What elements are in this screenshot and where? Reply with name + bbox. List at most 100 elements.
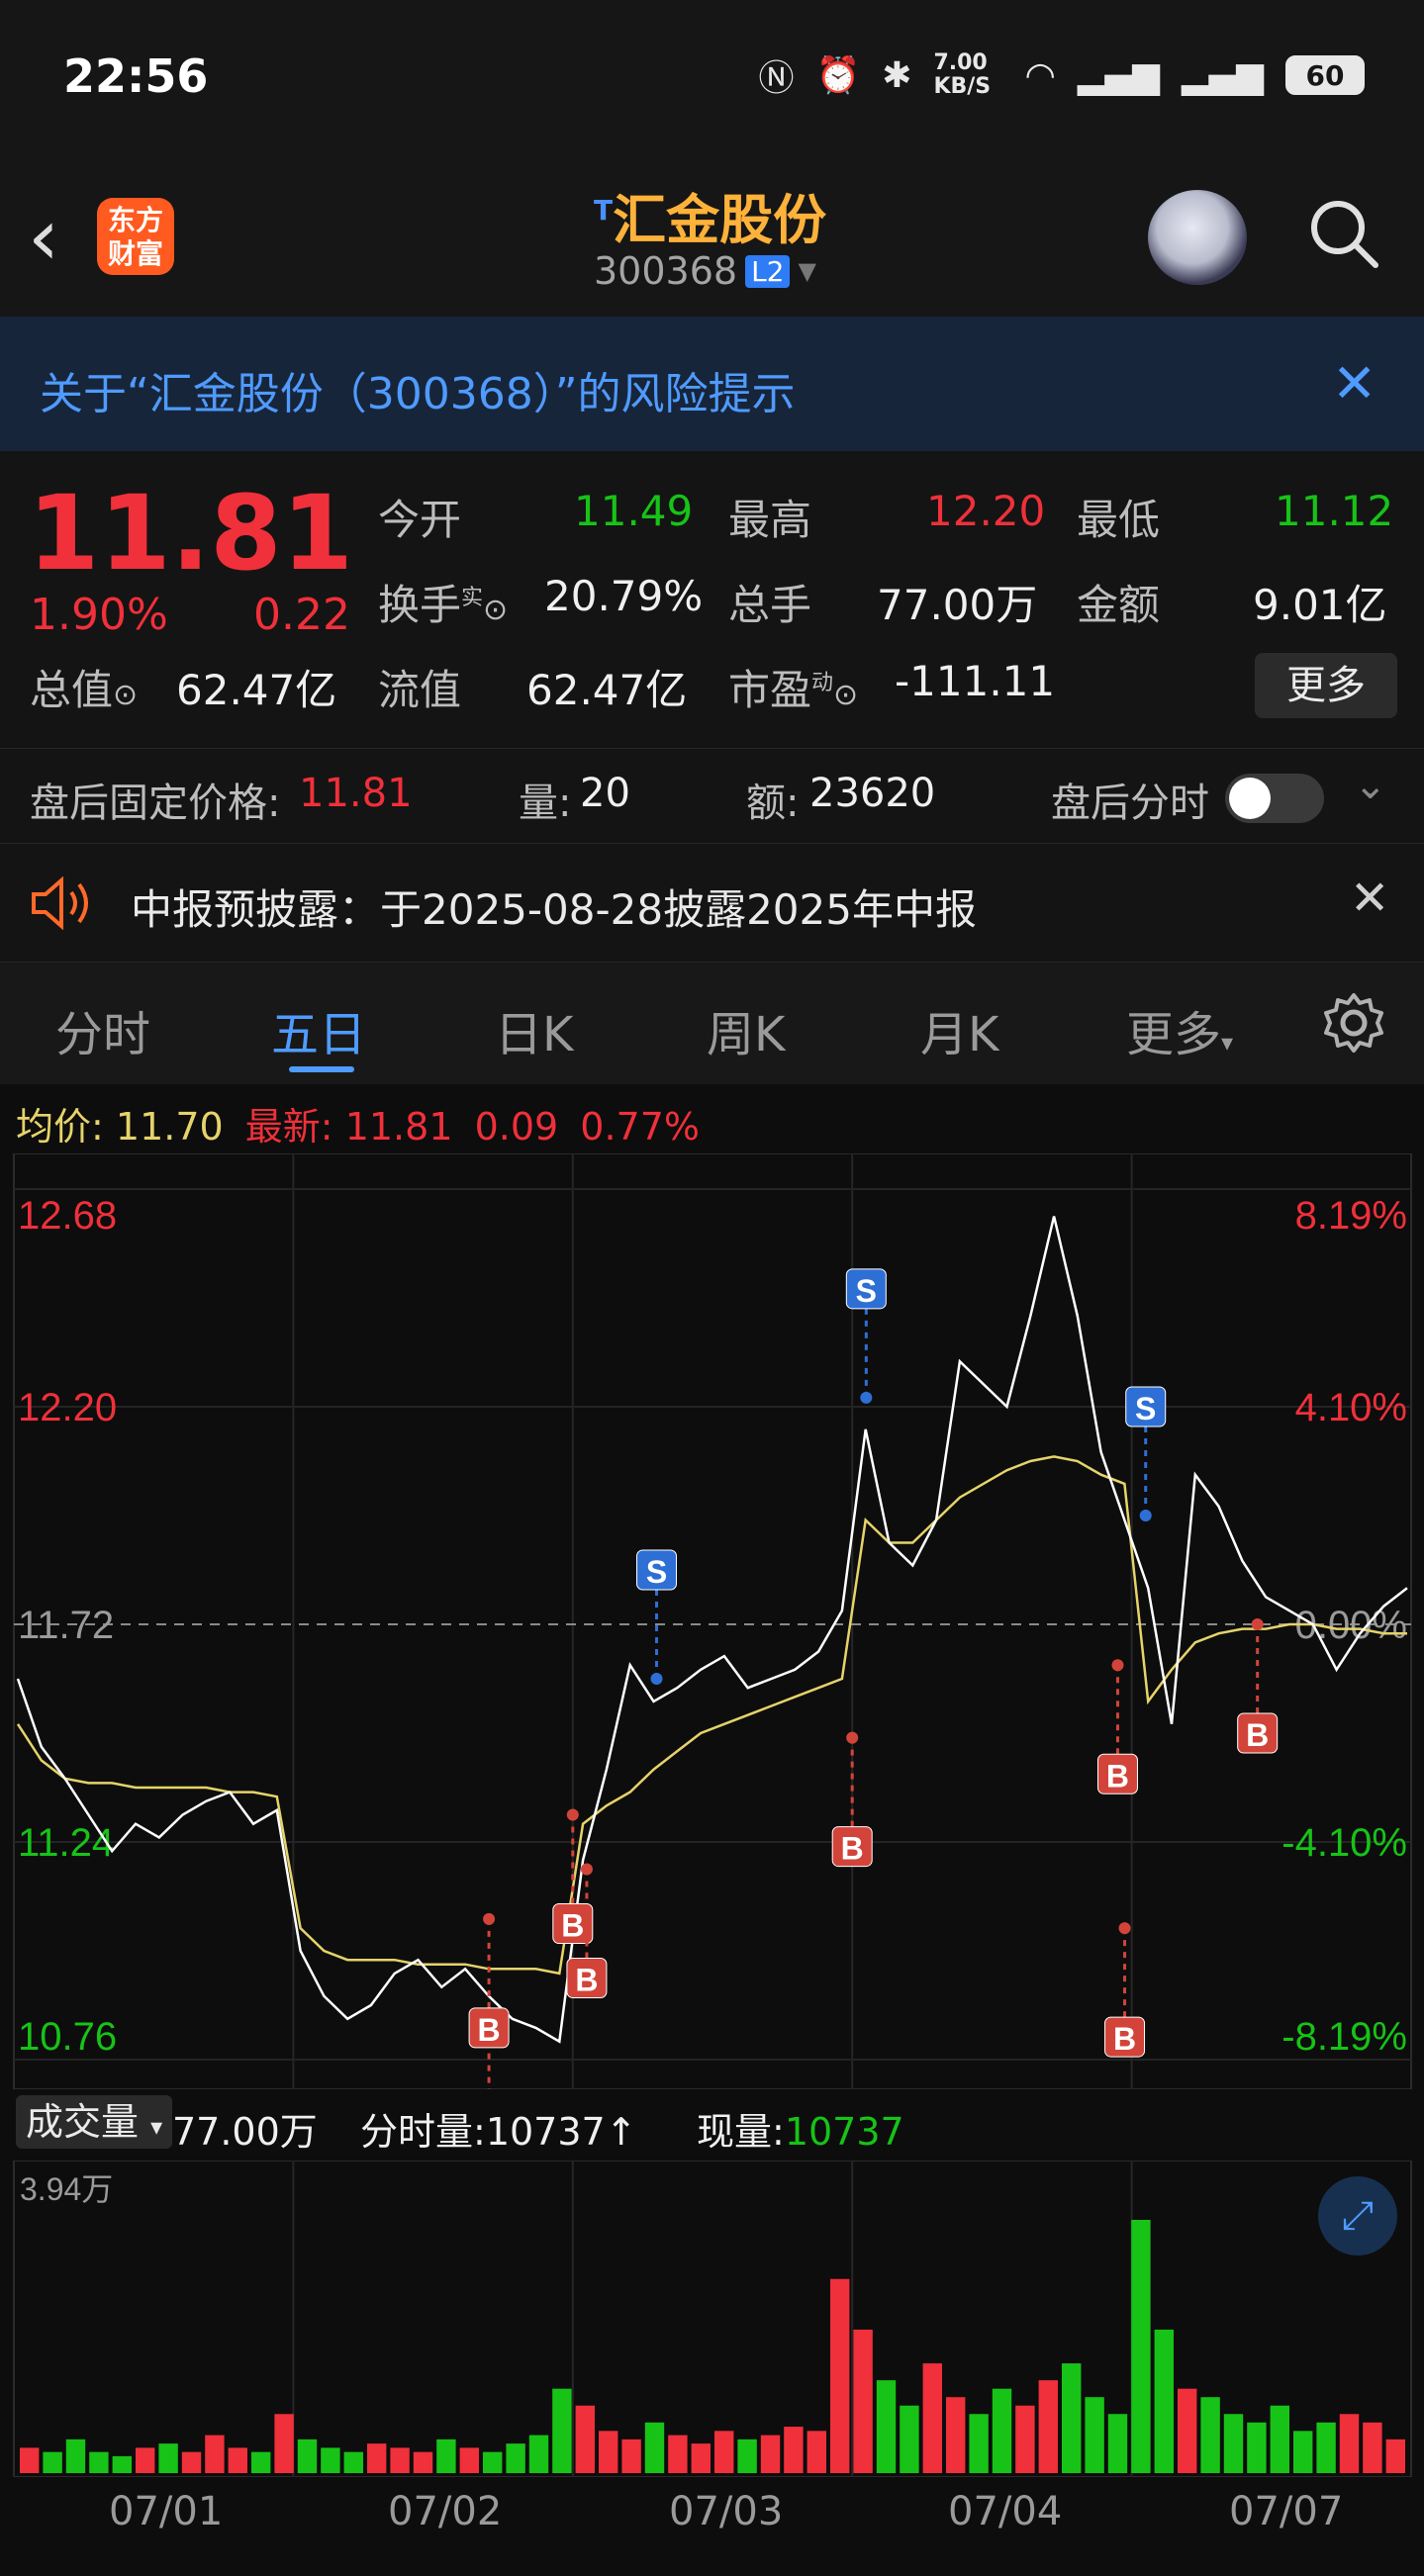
y-tick-left: 11.72 (18, 1604, 114, 1647)
after-amt: 23620 (809, 771, 936, 816)
notice-text[interactable]: 中报预披露：于2025-08-28披露2025年中报 (131, 876, 977, 937)
pe-value: -111.11 (895, 657, 1056, 705)
date-label: 07/03 (669, 2489, 784, 2534)
signal-dot (1111, 1659, 1124, 1672)
turnover-value: 20.79% (544, 572, 704, 620)
tab-daily-k[interactable]: 日K (495, 995, 573, 1064)
search-icon[interactable] (1308, 198, 1379, 269)
signal-dot (846, 1731, 859, 1744)
signal-label: S (646, 1554, 667, 1590)
after-hours-toggle[interactable] (1225, 774, 1324, 823)
volume-bar (321, 2447, 340, 2473)
y-tick-left: 12.68 (18, 1194, 117, 1238)
avg-price-bar: 均价: 11.70 最新: 11.81 0.09 0.77% (16, 1096, 700, 1150)
robot-assistant-icon[interactable] (1148, 190, 1247, 285)
volume-bar (43, 2451, 62, 2473)
gear-icon[interactable] (1322, 991, 1385, 1055)
volume-bar (343, 2451, 363, 2473)
tab-intraday[interactable]: 分时 (55, 995, 150, 1064)
volume-bar (413, 2451, 433, 2473)
volume-bar (1223, 2414, 1244, 2473)
date-label: 07/02 (388, 2489, 503, 2534)
chevron-down-icon[interactable]: ⌄ (1354, 763, 1387, 808)
amount-label: 金额 (1077, 581, 1161, 629)
date-axis: 07/01 07/02 07/03 07/04 07/07 (0, 2489, 1424, 2548)
more-button[interactable]: 更多 (1255, 653, 1397, 718)
volume-indicator-button[interactable]: 成交量 ▾ (16, 2095, 173, 2149)
change-amount: 0.22 (253, 590, 350, 640)
info-icon: ⊙ (833, 678, 859, 712)
low-value: 11.12 (1275, 487, 1394, 535)
risk-banner-text[interactable]: 关于“汇金股份（300368）”的风险提示 (40, 358, 796, 421)
signal-label: B (1106, 1758, 1129, 1794)
volume-bar (205, 2435, 225, 2473)
volume-bar (228, 2447, 247, 2473)
tab-five-day[interactable]: 五日 (271, 995, 366, 1064)
high-value: 12.20 (926, 487, 1046, 535)
tab-monthly-k[interactable]: 月K (920, 995, 998, 1064)
volume-bar (136, 2447, 155, 2473)
volume-bar (691, 2443, 711, 2473)
volume-chart[interactable]: 3.94万 (0, 2161, 1424, 2477)
volume-bar (1154, 2329, 1174, 2473)
after-price-label: 盘后固定价格: (30, 781, 281, 826)
volume-bar (1363, 2422, 1382, 2473)
tab-more[interactable]: 更多▾ (1126, 995, 1233, 1064)
date-label: 07/01 (109, 2489, 224, 2534)
volume-bar (65, 2438, 86, 2473)
volume-bar (1293, 2431, 1313, 2473)
volume-bar (1270, 2405, 1289, 2473)
volume-bar (390, 2447, 410, 2473)
signal-dot (566, 1808, 579, 1821)
status-time: 22:56 (63, 49, 209, 103)
volume-bar (621, 2438, 641, 2473)
tab-weekly-k[interactable]: 周K (707, 995, 785, 1064)
float-value: 62.47亿 (526, 666, 688, 714)
info-icon: ⊙ (483, 593, 509, 627)
volume-bar (20, 2447, 40, 2473)
volume-bar (112, 2455, 132, 2473)
volume-bar (946, 2397, 966, 2473)
nfc-icon: Ⓝ (758, 58, 795, 99)
latest-change: 0.09 (474, 1105, 559, 1149)
logo-line-1: 东方 (107, 204, 163, 236)
price-line (16, 1216, 1408, 2044)
mktcap-label: 总值⊙ (30, 666, 139, 714)
volume-bar (251, 2451, 271, 2473)
signal-icon-2: ▂▄▆ (1181, 54, 1264, 96)
signal-dot (1118, 1922, 1131, 1935)
close-icon[interactable]: ✕ (1350, 871, 1389, 926)
stock-code-row[interactable]: 300368 L2 ▼ (594, 249, 816, 293)
y-tick-right: -8.19% (1282, 2015, 1407, 2059)
expand-icon[interactable]: ⤢ (1318, 2176, 1397, 2255)
volume-bar (1131, 2220, 1151, 2473)
tick-volume: 分时量:10737↑ (360, 2110, 637, 2154)
open-value: 11.49 (574, 487, 694, 535)
volume-total: 77.00万 (172, 2110, 318, 2154)
y-tick-right: -4.10% (1282, 1821, 1407, 1865)
volume-bar (436, 2438, 456, 2473)
app-logo[interactable]: 东方 财富 (97, 198, 174, 275)
volume-bar (900, 2405, 919, 2473)
date-label: 07/04 (948, 2489, 1063, 2534)
volume-bar (644, 2422, 665, 2473)
volume-bar (158, 2443, 178, 2473)
amount-value: 9.01亿 (1253, 581, 1387, 629)
chevron-down-icon: ▼ (798, 257, 816, 285)
volume-bar (506, 2443, 525, 2473)
stock-code: 300368 (594, 249, 738, 293)
title-mark: T (594, 194, 614, 227)
high-label: 最高 (728, 496, 812, 544)
signal-dot (860, 1391, 873, 1404)
volume-bar (784, 2427, 804, 2473)
volume-bar (1200, 2397, 1220, 2473)
volume-bar (1316, 2422, 1336, 2473)
five-day-chart[interactable]: 12.68 8.19%12.20 4.10%11.72 0.00%11.24 -4.10… (0, 1153, 1424, 2089)
volume-bar (807, 2431, 826, 2473)
volume-bar (274, 2414, 294, 2473)
back-icon[interactable]: ‹ (28, 198, 59, 277)
float-label: 流值 (378, 666, 462, 714)
close-icon[interactable]: ✕ (1332, 352, 1377, 414)
volume-bar (297, 2438, 318, 2473)
volume-bar (367, 2443, 387, 2473)
